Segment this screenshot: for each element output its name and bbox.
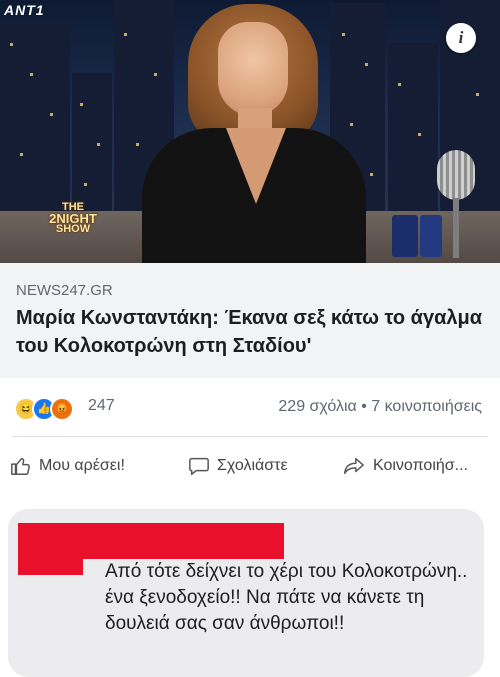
comment-label: Σχολιάστε <box>217 457 288 474</box>
comment-section: Από τότε δείχνει το χέρι του Κολοκοτρώνη… <box>0 497 500 677</box>
info-icon[interactable]: i <box>446 23 476 53</box>
backdrop-building <box>0 23 70 223</box>
link-headline[interactable]: Μαρία Κωνσταντάκη: Έκανα σεξ κάτω το άγα… <box>16 304 486 360</box>
like-label: Μου αρέσει! <box>39 457 125 474</box>
person-neckline <box>226 128 286 204</box>
like-button[interactable]: Μου αρέσει! <box>10 455 125 477</box>
share-icon <box>344 457 364 475</box>
microphone-stand <box>453 198 459 258</box>
channel-logo: ANT1 <box>4 2 45 18</box>
reactions-bar: 😆 👍 😡 247 229 σχόλια • 7 κοινοποιήσεις <box>0 378 500 436</box>
comment-button[interactable]: Σχολιάστε <box>188 455 288 477</box>
desk-mug <box>420 215 442 257</box>
show-logo: THE 2NIGHT SHOW <box>38 202 108 235</box>
comments-shares-count[interactable]: 229 σχόλια • 7 κοινοποιήσεις <box>278 398 482 416</box>
microphone-icon <box>437 150 475 200</box>
redacted-name <box>18 555 83 575</box>
link-preview-image[interactable]: ANT1 THE 2NIGHT SHOW i <box>0 0 500 263</box>
desk-mug <box>392 215 418 257</box>
share-label: Κοινοποιήσ... <box>373 457 468 474</box>
link-preview-card[interactable]: NEWS247.GR Μαρία Κωνσταντάκη: Έκανα σεξ … <box>0 263 500 378</box>
redacted-name <box>18 523 284 559</box>
thumbs-up-icon <box>11 457 30 475</box>
backdrop-building <box>388 43 438 223</box>
link-domain: NEWS247.GR <box>16 282 113 299</box>
share-button[interactable]: Κοινοποιήσ... <box>342 455 468 477</box>
person-face <box>218 22 288 116</box>
comment-text: Από τότε δείχνει το χέρι του Κολοκοτρώνη… <box>105 561 468 634</box>
angry-icon[interactable]: 😡 <box>50 397 74 421</box>
action-bar: Μου αρέσει! Σχολιάστε Κοινοποιήσ... <box>0 437 500 497</box>
reaction-count[interactable]: 247 <box>88 397 115 415</box>
comment-bubble[interactable]: Από τότε δείχνει το χέρι του Κολοκοτρώνη… <box>8 509 484 677</box>
comment-icon <box>189 457 209 475</box>
